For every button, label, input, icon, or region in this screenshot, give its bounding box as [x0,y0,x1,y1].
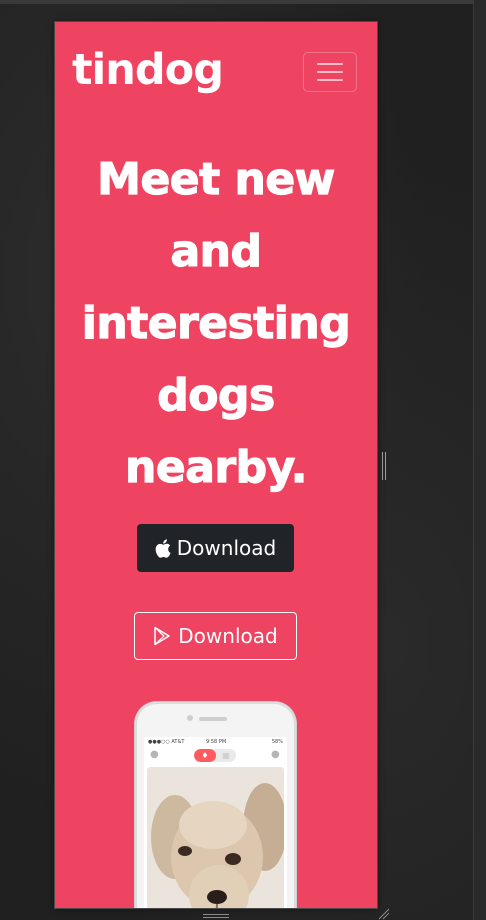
play-download-label: Download [178,624,278,648]
grip-line [382,452,383,480]
dog-photo [147,767,284,908]
play-download-button[interactable]: Download [134,612,297,660]
mode-toggle: ♦ ▦ [194,749,236,762]
apple-download-label: Download [176,536,277,560]
phone-screen: ●●●○○ AT&T 9:58 PM 58% ● ♦ ▦ ● [144,737,287,908]
navbar-brand[interactable]: tindog [72,44,224,96]
grip-line [385,452,386,480]
responsive-viewport: tindog Meet new and interesting dogs nea… [55,22,377,908]
viewport-resize-handle-right[interactable] [382,452,388,480]
right-rail [473,0,486,920]
viewport-resize-handle-bottom[interactable] [203,912,229,920]
headline-line: Meet new [97,153,336,205]
phone-speaker [199,717,227,721]
apple-icon [155,538,171,558]
headline-line: dogs [157,369,276,421]
headline-line: nearby. [124,441,308,493]
headline-line: interesting [81,297,351,349]
grid-icon: ▦ [222,751,230,760]
profile-icon: ● [150,749,159,760]
status-battery: 58% [271,739,283,745]
chat-icon: ● [271,749,280,760]
dog-illustration [147,767,284,908]
headline-line: and [170,225,263,277]
flame-icon: ♦ [194,749,216,762]
grip-line [203,917,229,918]
app-top-bar: ● ♦ ▦ ● [144,747,287,765]
hero-headline: Meet new and interesting dogs nearby. [63,144,369,504]
phone-status-bar: ●●●○○ AT&T 9:58 PM 58% [144,737,287,747]
play-icon [154,626,171,646]
grip-line [203,914,229,915]
navbar-toggler-button[interactable] [303,52,357,92]
viewport-resize-corner-handle[interactable] [376,906,390,920]
hamburger-icon-bar [317,79,343,81]
phone-camera [187,715,193,721]
apple-download-button[interactable]: Download [137,524,294,572]
status-time: 9:58 PM [206,739,227,745]
hamburger-icon-bar [317,71,343,73]
iphone-mockup-image: ●●●○○ AT&T 9:58 PM 58% ● ♦ ▦ ● [135,702,296,908]
status-carrier: ●●●○○ AT&T [148,739,185,745]
hamburger-icon-bar [317,63,343,65]
top-edge [0,0,486,4]
